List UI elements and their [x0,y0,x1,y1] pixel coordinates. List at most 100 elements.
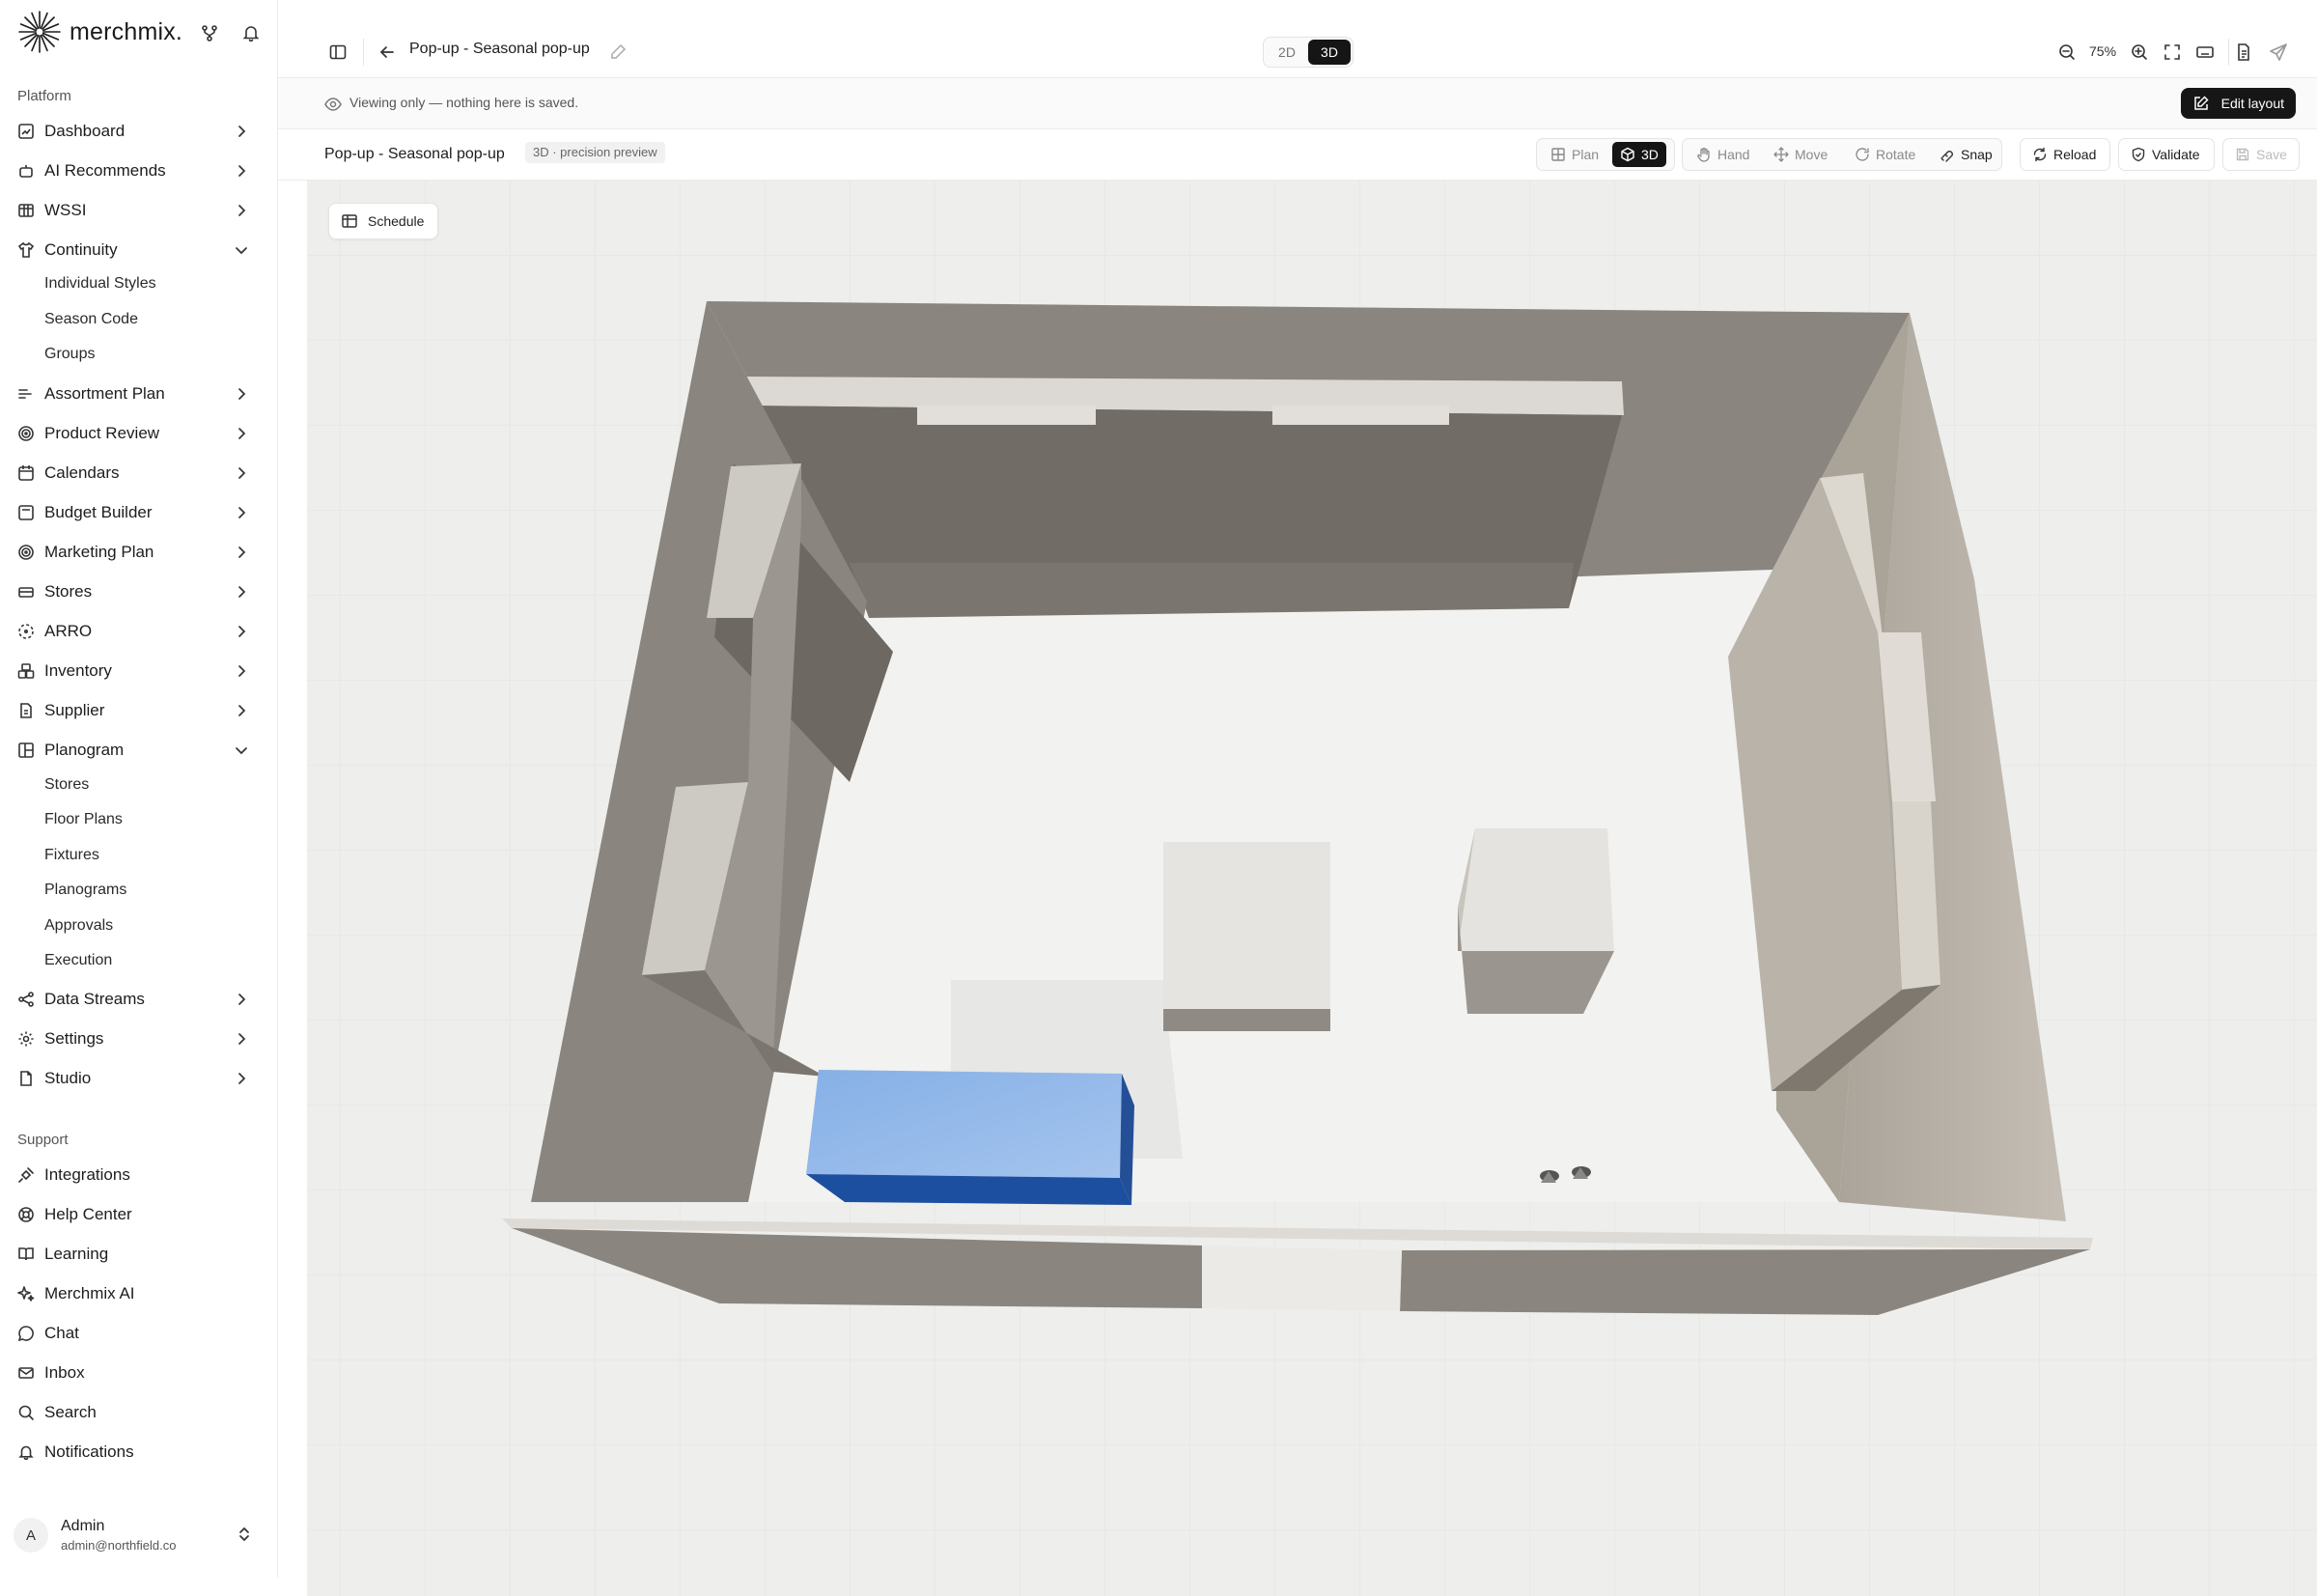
sidebar-item-merchmix-ai[interactable]: Merchmix AI [6,1276,265,1311]
view-mode-group: Plan 3D [1536,138,1675,171]
sidebar-item-chat[interactable]: Chat [6,1316,265,1351]
center-fixture-front [1163,1009,1330,1031]
chevron-right-icon [238,507,246,518]
sidebar-item-data-streams[interactable]: Data Streams [6,982,265,1017]
sidebar-item-continuity[interactable]: Continuity [6,233,265,267]
sidebar-subitem-fixtures[interactable]: Fixtures [44,841,99,870]
sidebar-item-help-center[interactable]: Help Center [6,1197,265,1232]
share-icon [18,992,34,1007]
back-arrow-icon[interactable] [377,42,397,62]
sidebar-item-supplier[interactable]: Supplier [6,693,265,728]
magnet-icon [1940,151,1953,162]
save-button[interactable]: Save [2227,142,2295,167]
fullscreen-icon[interactable] [2163,42,2182,62]
table-icon [18,204,34,217]
sidebar-item-label: Inventory [44,661,112,680]
sidebar-item-notifications[interactable]: Notifications [6,1435,265,1470]
rotate-tool-button[interactable]: Rotate [1847,142,1923,167]
sidebar-item-label: Studio [44,1069,92,1087]
sidebar-item-label: Product Review [44,424,160,442]
sidebar: merchmix. Platform Dashboard AI Recommen… [0,0,278,1578]
3d-viewport[interactable] [307,181,2317,1596]
hand-icon [1697,147,1710,162]
sidebar-item-label: Budget Builder [44,503,153,521]
sidebar-item-ai-recommends[interactable]: AI Recommends [6,154,265,188]
chevron-right-icon [238,626,246,637]
zoom-level: 75% [2089,43,2117,59]
sidebar-subitem-season-code[interactable]: Season Code [44,305,138,334]
flow-icon[interactable] [200,23,219,42]
sidebar-item-budget-builder[interactable]: Budget Builder [6,495,265,530]
schedule-button[interactable]: Schedule [328,203,439,239]
sidebar-item-settings[interactable]: Settings [6,1022,265,1056]
bell-icon[interactable] [241,23,261,42]
sidebar-subitem-planograms[interactable]: Planograms [44,876,126,905]
chevron-right-icon [238,388,246,400]
hand-tool-button[interactable]: Hand [1689,142,1757,167]
sidebar-subitem-floor-plans[interactable]: Floor Plans [44,805,123,834]
pencil-icon[interactable] [608,42,628,62]
sidebar-item-product-review[interactable]: Product Review [6,416,265,451]
plan-view-button[interactable]: Plan [1543,142,1606,167]
selected-fixture-top[interactable] [806,1070,1122,1178]
user-menu[interactable]: A Admin admin@northfield.co [14,1508,263,1562]
validate-button[interactable]: Validate [2123,142,2208,167]
sidebar-subitem-execution[interactable]: Execution [44,946,112,975]
reload-button[interactable]: Reload [2024,142,2104,167]
edit-icon [2193,96,2209,110]
sidebar-item-search[interactable]: Search [6,1395,265,1430]
sidebar-item-inbox[interactable]: Inbox [6,1356,265,1390]
sidebar-item-arro[interactable]: ARRO [6,614,265,649]
sidebar-item-planogram[interactable]: Planogram [6,733,265,768]
sidebar-subitem-approvals[interactable]: Approvals [44,911,113,940]
snap-toggle-button[interactable]: Snap [1932,142,2000,167]
reload-label: Reload [2053,147,2097,162]
document-icon[interactable] [2234,42,2253,62]
sidebar-item-inventory[interactable]: Inventory [6,654,265,688]
edit-layout-button[interactable]: Edit layout [2180,88,2296,119]
file-icon [20,1071,32,1086]
chevron-right-icon [238,126,246,137]
shield-check-icon [2132,147,2145,162]
calendar-icon [18,465,34,481]
sidebar-item-calendars[interactable]: Calendars [6,456,265,490]
grid-icon [18,742,34,758]
sidebar-item-label: Merchmix AI [44,1284,135,1302]
chevron-right-icon [238,205,246,216]
sidebar-subitem-individual-styles[interactable]: Individual Styles [44,269,156,298]
user-email: admin@northfield.co [61,1538,177,1553]
avatar: A [14,1518,48,1553]
sidebar-toggle-icon[interactable] [328,42,348,62]
sidebar-item-stores[interactable]: Stores [6,574,265,609]
eye-icon [324,98,342,111]
sidebar-item-label: Dashboard [44,122,126,140]
target-icon [18,545,34,560]
zoom-out-icon[interactable] [2057,42,2077,62]
move-tool-button[interactable]: Move [1766,142,1835,167]
sidebar-item-learning[interactable]: Learning [6,1237,265,1272]
table-icon [342,214,357,228]
send-icon[interactable] [2269,42,2288,62]
view-3d-button[interactable]: 3D [1308,40,1351,65]
chevron-right-icon [238,467,246,479]
zoom-in-icon[interactable] [2130,42,2149,62]
sidebar-subitem-stores[interactable]: Stores [44,770,89,799]
sidebar-item-label: Marketing Plan [44,543,154,561]
3d-view-button[interactable]: 3D [1612,142,1666,167]
brand-logo[interactable]: merchmix. [17,8,182,56]
keyboard-icon[interactable] [2195,42,2215,62]
sidebar-item-marketing-plan[interactable]: Marketing Plan [6,535,265,570]
sidebar-item-dashboard[interactable]: Dashboard [6,114,265,149]
sidebar-item-assortment-plan[interactable]: Assortment Plan [6,377,265,411]
sidebar-item-integrations[interactable]: Integrations [6,1158,265,1192]
plan-view-label: Plan [1572,147,1600,162]
validate-group: Validate [2118,138,2215,171]
3d-scene[interactable] [307,181,2317,1596]
chevron-down-icon [236,747,247,755]
read-only-message: Viewing only — nothing here is saved. [349,95,579,110]
sidebar-item-label: Learning [44,1245,109,1263]
sidebar-item-wssi[interactable]: WSSI [6,193,265,228]
sidebar-subitem-groups[interactable]: Groups [44,340,95,369]
view-2d-button[interactable]: 2D [1266,40,1308,65]
sidebar-item-studio[interactable]: Studio [6,1061,265,1096]
